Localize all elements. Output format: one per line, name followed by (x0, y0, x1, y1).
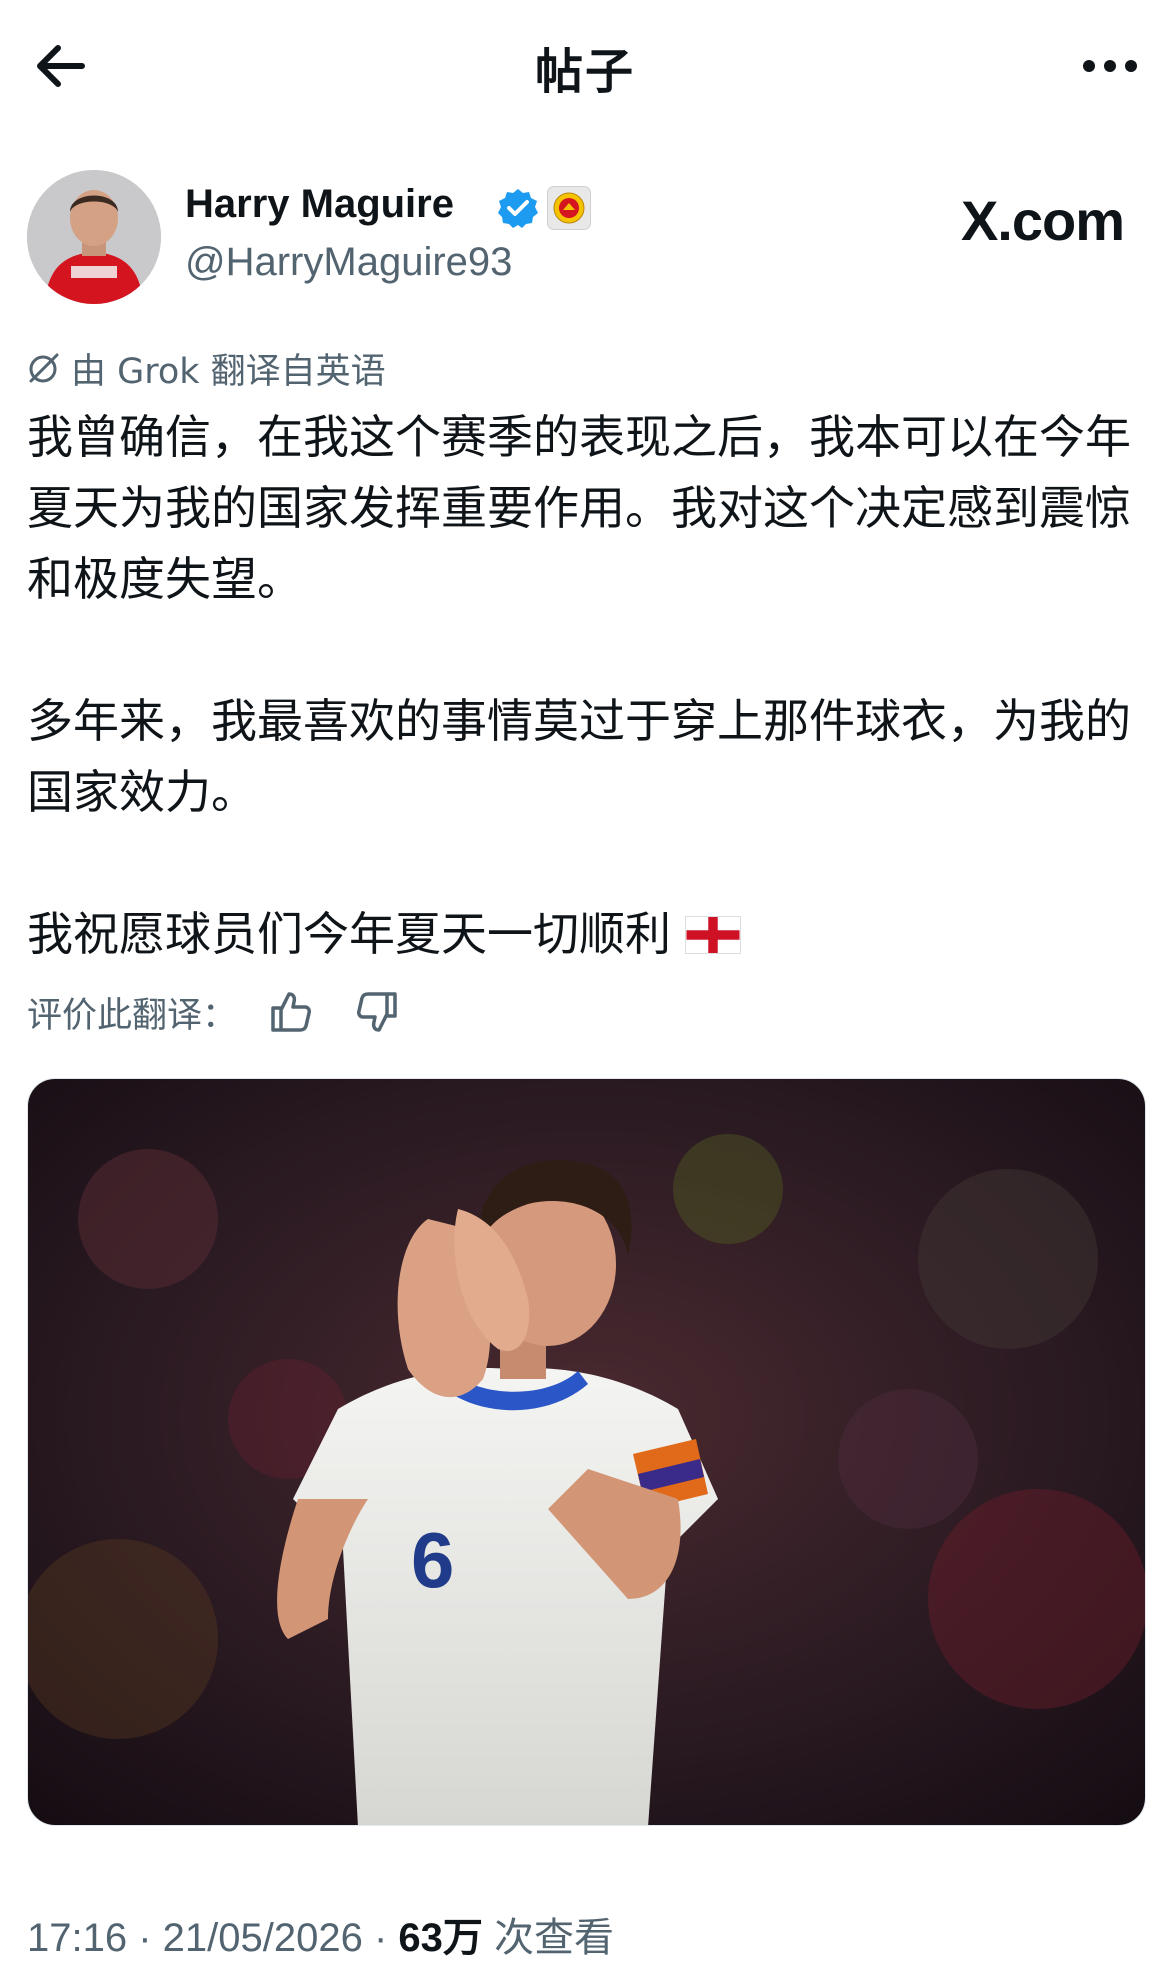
watermark: X.com (960, 189, 1125, 252)
profile-photo (27, 170, 161, 304)
more-button[interactable] (1072, 28, 1148, 104)
thumbs-down-icon (357, 992, 397, 1032)
translation-note: 由 Grok 翻译自英语 (27, 346, 386, 392)
post-meta: 17:16 · 21/05/2026 · 63万 次查看 (27, 1905, 614, 1963)
post-paragraph: 我曾确信，在我这个赛季的表现之后，我本可以在今年夏天为我的国家发挥重要作用。我对… (27, 410, 1131, 606)
author-handle[interactable]: @HarryMaguire93 (185, 240, 512, 285)
grok-icon (29, 353, 59, 383)
club-crest-icon (553, 192, 585, 224)
rate-translation-label: 评价此翻译： (27, 995, 238, 1036)
rate-translation: 评价此翻译： (27, 984, 401, 1040)
post-text: 我曾确信，在我这个赛季的表现之后，我本可以在今年夏天为我的国家发挥重要作用。我对… (27, 402, 1147, 970)
avatar[interactable] (27, 170, 161, 304)
page-title: 帖子 (534, 44, 635, 100)
svg-text:6: 6 (411, 1516, 454, 1604)
translation-note-text: 由 Grok 翻译自英语 (71, 351, 386, 392)
player-photo: 6 (28, 1079, 1145, 1825)
views-count[interactable]: 63万 (398, 1916, 483, 1960)
post-timestamp[interactable]: 17:16 · 21/05/2026 · (27, 1916, 398, 1960)
verified-badge-icon (498, 189, 538, 228)
top-bar: 帖子 (0, 0, 1170, 135)
more-horizontal-icon (1083, 60, 1137, 72)
thumbs-up-button[interactable] (267, 988, 315, 1036)
thumbs-down-button[interactable] (353, 988, 401, 1036)
affiliation-badge[interactable] (547, 186, 591, 230)
post-photo[interactable]: 6 (27, 1078, 1146, 1826)
thumbs-up-icon (271, 992, 312, 1032)
post-detail-page: 帖子 Harry Maguire @HarryMaguire93 X.com 由… (0, 0, 1170, 1985)
post-paragraph: 我祝愿球员们今年夏天一切顺利 (27, 907, 671, 961)
post-paragraph: 多年来，我最喜欢的事情莫过于穿上那件球衣，为我的国家效力。 (27, 694, 1131, 819)
author-name[interactable]: Harry Maguire (185, 182, 454, 227)
views-label: 次查看 (482, 1916, 615, 1960)
england-flag-icon (685, 916, 741, 954)
